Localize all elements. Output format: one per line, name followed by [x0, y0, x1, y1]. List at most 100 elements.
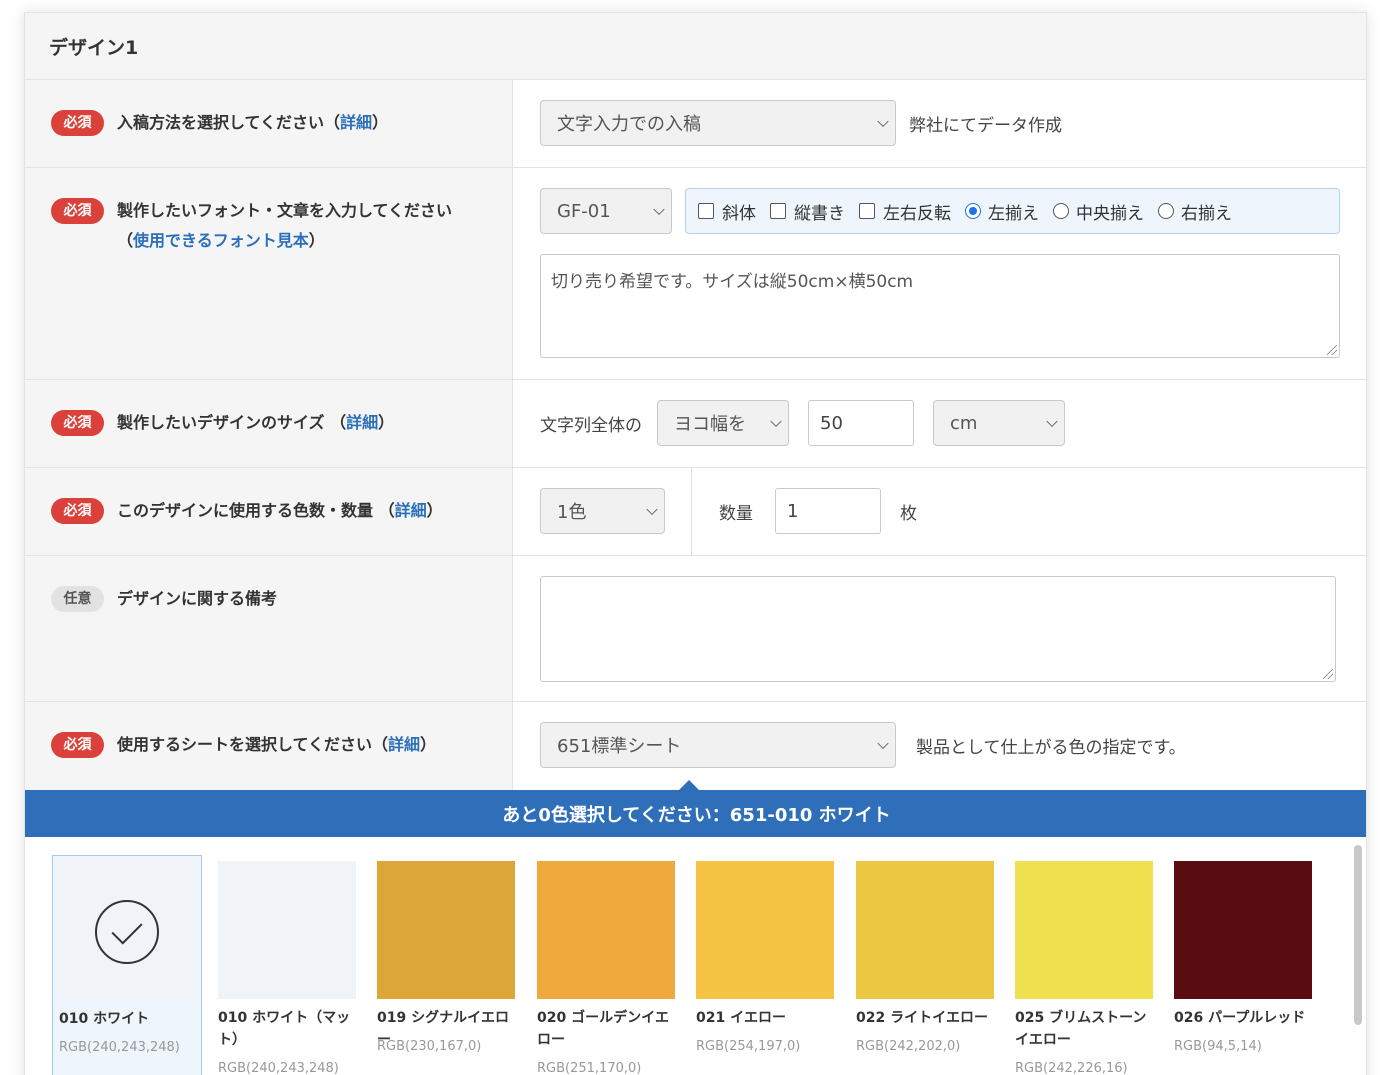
quantity-input[interactable]: 1 — [775, 488, 881, 534]
swatch-name: 020 ゴールデンイエロー — [537, 1010, 669, 1048]
quantity-label: 数量 — [719, 504, 753, 524]
row-notes-label: 任意 デザインに関する備考 — [25, 556, 513, 701]
row-sheet-label: 必須 使用するシートを選択してください（詳細） — [25, 702, 513, 790]
swatch-color — [537, 861, 675, 999]
swatch-color — [377, 861, 515, 999]
swatch-color — [218, 861, 356, 999]
option-align-right[interactable]: 右揃え — [1158, 199, 1232, 224]
detail-link[interactable]: 詳細 — [395, 501, 427, 520]
colors-label: このデザインに使用する色数・数量 （詳細） — [117, 501, 443, 520]
swatch-rgb: RGB(242,202,0) — [856, 1039, 961, 1054]
swatch-name: 025 ブリムストーンイエロー — [1015, 1010, 1147, 1048]
chevron-down-icon — [770, 415, 782, 428]
swatch-item-selected[interactable]: 010 ホワイト RGB(240,243,248) — [52, 855, 202, 1075]
swatch-item[interactable]: 026 パープルレッド RGB(94,5,14) — [1168, 855, 1318, 1075]
size-prefix: 文字列全体の — [540, 416, 642, 436]
divider — [691, 468, 692, 555]
swatch-name: 010 ホワイト（マット） — [218, 1010, 351, 1048]
swatch-color — [856, 861, 994, 999]
row-size-label: 必須 製作したいデザインのサイズ （詳細） — [25, 380, 513, 467]
design-panel: デザイン1 必須 入稿方法を選択してください（詳細） 文字入力での入稿 弊社にて… — [24, 12, 1367, 1075]
row-method-label: 必須 入稿方法を選択してください（詳細） — [25, 80, 513, 167]
swatch-color — [1015, 861, 1153, 999]
radio[interactable] — [1053, 203, 1069, 219]
checkbox[interactable] — [770, 203, 786, 219]
sheet-select[interactable]: 651標準シート — [540, 722, 896, 768]
swatch-name: 010 ホワイト — [59, 1011, 150, 1027]
swatch-item[interactable]: 010 ホワイト（マット） RGB(240,243,248) — [212, 855, 362, 1075]
row-sheet: 必須 使用するシートを選択してください（詳細） 651標準シート 製品として仕上… — [25, 702, 1366, 790]
row-colors: 必須 このデザインに使用する色数・数量 （詳細） 1色 数量 1 枚 — [25, 468, 1366, 556]
required-badge: 必須 — [51, 198, 104, 224]
sheet-label: 使用するシートを選択してください（詳細） — [117, 735, 437, 754]
row-notes: 任意 デザインに関する備考 — [25, 556, 1366, 702]
swatch-rgb: RGB(240,243,248) — [218, 1061, 339, 1075]
swatch-name: 022 ライトイエロー — [856, 1010, 988, 1026]
text-options: 斜体 縦書き 左右反転 左揃え 中央揃え 右揃え — [685, 188, 1340, 234]
resize-handle-icon[interactable] — [1323, 669, 1333, 679]
option-align-left[interactable]: 左揃え — [965, 199, 1039, 224]
method-label: 入稿方法を選択してください（詳細） — [117, 113, 389, 132]
notes-label: デザインに関する備考 — [117, 589, 278, 608]
method-select[interactable]: 文字入力での入稿 — [540, 100, 896, 146]
required-badge: 必須 — [51, 732, 104, 758]
panel-title: デザイン1 — [25, 13, 1366, 80]
swatch-rgb: RGB(230,167,0) — [377, 1039, 482, 1054]
font-text-input[interactable]: 切り売り希望です。サイズは縦50cm×横50cm — [540, 254, 1340, 358]
option-italic[interactable]: 斜体 — [698, 199, 756, 224]
radio-selected[interactable] — [965, 203, 981, 219]
swatch-item[interactable]: 022 ライトイエロー RGB(242,202,0) — [850, 855, 1000, 1075]
optional-badge: 任意 — [51, 586, 104, 612]
unit-select[interactable]: cm — [933, 400, 1065, 446]
required-badge: 必須 — [51, 110, 104, 136]
checkbox[interactable] — [698, 203, 714, 219]
checkbox[interactable] — [859, 203, 875, 219]
swatch-item[interactable]: 020 ゴールデンイエロー RGB(251,170,0) — [531, 855, 681, 1075]
method-note: 弊社にてデータ作成 — [909, 116, 1062, 136]
chevron-down-icon — [877, 115, 889, 128]
resize-handle-icon[interactable] — [1327, 345, 1337, 355]
swatch-color — [696, 861, 834, 999]
row-font-label: 必須 製作したいフォント・文章を入力してください （使用できるフォント見本） — [25, 168, 513, 379]
row-size: 必須 製作したいデザインのサイズ （詳細） 文字列全体の ヨコ幅を 50 cm — [25, 380, 1366, 468]
sheet-note: 製品として仕上がる色の指定です。 — [916, 738, 1186, 758]
check-circle-icon — [95, 900, 159, 964]
swatch-rgb: RGB(251,170,0) — [537, 1061, 642, 1075]
chevron-down-icon — [653, 203, 665, 216]
swatch-item[interactable]: 021 イエロー RGB(254,197,0) — [690, 855, 840, 1075]
row-font: 必須 製作したいフォント・文章を入力してください （使用できるフォント見本） G… — [25, 168, 1366, 380]
detail-link[interactable]: 詳細 — [340, 113, 372, 132]
swatch-color — [1174, 861, 1312, 999]
row-method: 必須 入稿方法を選択してください（詳細） 文字入力での入稿 弊社にてデータ作成 — [25, 80, 1366, 168]
option-mirror[interactable]: 左右反転 — [859, 199, 951, 224]
chevron-down-icon — [646, 503, 658, 516]
chevron-down-icon — [1046, 415, 1058, 428]
required-badge: 必須 — [51, 410, 104, 436]
size-input[interactable]: 50 — [808, 400, 914, 446]
size-label: 製作したいデザインのサイズ （詳細） — [117, 413, 395, 432]
option-align-center[interactable]: 中央揃え — [1053, 199, 1144, 224]
chevron-down-icon — [877, 737, 889, 750]
option-vertical[interactable]: 縦書き — [770, 199, 845, 224]
quantity-unit: 枚 — [900, 504, 917, 524]
detail-link[interactable]: 詳細 — [388, 735, 420, 754]
notes-textarea[interactable] — [540, 576, 1336, 682]
swatch-rgb: RGB(242,226,16) — [1015, 1061, 1128, 1075]
scrollbar[interactable] — [1354, 845, 1362, 1025]
detail-link[interactable]: 詳細 — [346, 413, 378, 432]
row-colors-label: 必須 このデザインに使用する色数・数量 （詳細） — [25, 468, 513, 555]
radio[interactable] — [1158, 203, 1174, 219]
swatch-name: 021 イエロー — [696, 1010, 786, 1026]
color-selection-bar: あと0色選択してください：651-010 ホワイト — [25, 790, 1366, 837]
swatch-item[interactable]: 019 シグナルイエロー RGB(230,167,0) — [371, 855, 521, 1075]
pointer-caret — [679, 780, 699, 790]
swatch-item[interactable]: 025 ブリムストーンイエロー RGB(242,226,16) — [1009, 855, 1159, 1075]
font-sample-link[interactable]: 使用できるフォント見本 — [133, 231, 309, 250]
color-count-select[interactable]: 1色 — [540, 488, 665, 534]
swatch-rgb: RGB(240,243,248) — [59, 1040, 180, 1055]
font-select[interactable]: GF-01 — [540, 188, 672, 234]
font-label: 製作したいフォント・文章を入力してください （使用できるフォント見本） — [117, 201, 453, 250]
direction-select[interactable]: ヨコ幅を — [657, 400, 789, 446]
swatch-rgb: RGB(94,5,14) — [1174, 1039, 1262, 1054]
swatch-rgb: RGB(254,197,0) — [696, 1039, 801, 1054]
